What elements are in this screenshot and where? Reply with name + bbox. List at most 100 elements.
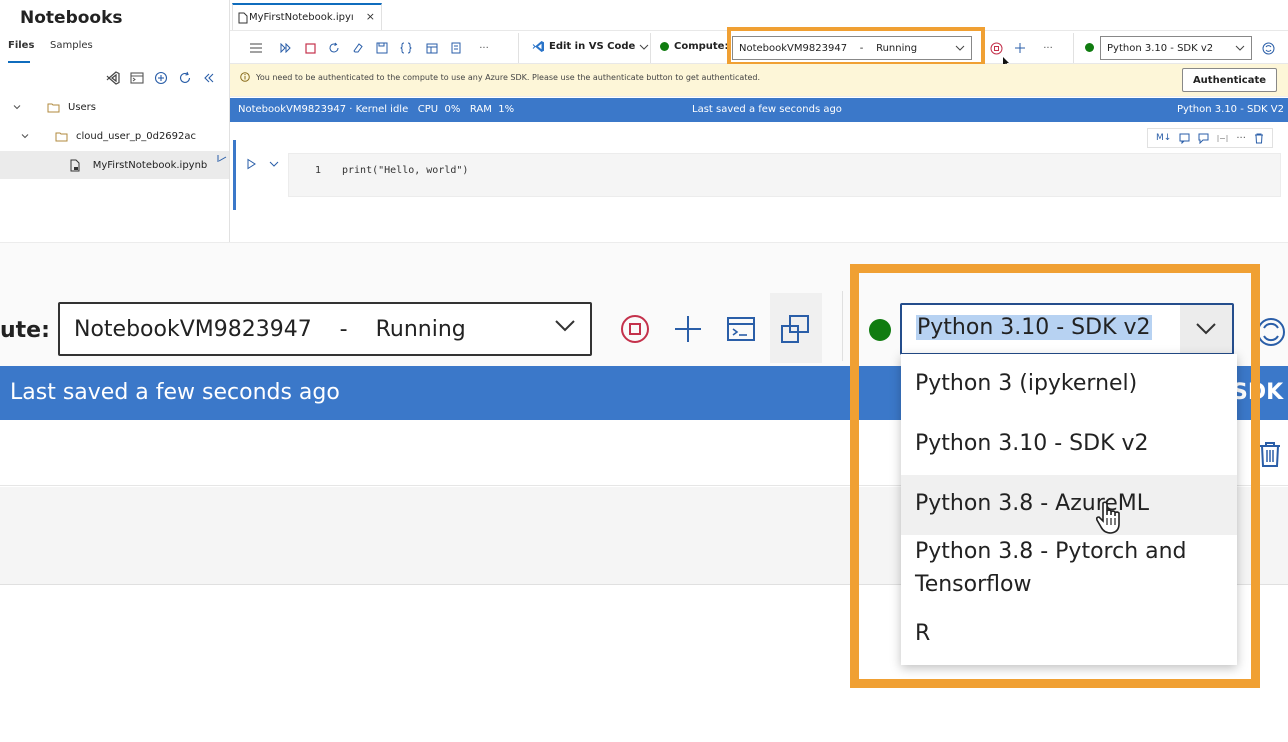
refresh-kernel-icon[interactable]: [1254, 315, 1288, 349]
notebook-cell-area: M↓ ··· 1 print("Hello, world"): [230, 122, 1288, 242]
run-all-icon[interactable]: [278, 40, 294, 56]
kernel-option-r[interactable]: R: [901, 617, 1237, 650]
toolbar-divider: [518, 33, 519, 63]
delete-cell-icon[interactable]: [1254, 133, 1264, 144]
kernel-status-bar: NotebookVM9823947 · Kernel idle CPU 0% R…: [230, 98, 1288, 122]
kernel-option-python3-ipykernel[interactable]: Python 3 (ipykernel): [901, 367, 1237, 400]
variables-icon[interactable]: [398, 40, 414, 56]
compute-dropdown[interactable]: NotebookVM9823947 - Running: [58, 302, 592, 356]
sidebar-toolbar: [105, 70, 217, 86]
kernel-dropdown[interactable]: Python 3.10 - SDK v2: [1100, 36, 1252, 60]
add-file-icon[interactable]: [153, 70, 169, 86]
menu-icon[interactable]: [248, 40, 264, 56]
notebooks-sidebar: Notebooks Files Samples Users cloud_user…: [0, 0, 230, 242]
kernel-option-label: Python 3.8 - Pytorch and: [915, 539, 1187, 564]
more-cell-options-icon[interactable]: ···: [1236, 133, 1246, 144]
split-cell-icon[interactable]: [1217, 133, 1228, 144]
chevron-down-icon: [18, 129, 32, 143]
chevron-down-icon: [1180, 305, 1232, 353]
kernel-name-text: Python 3.10 - SDK V2: [1176, 104, 1284, 115]
zoomed-toolbar: ute: NotebookVM9823947 - Running Python …: [0, 242, 1288, 366]
tree-item-users[interactable]: Users: [0, 93, 229, 121]
auth-warning-banner: You need to be authenticated to the comp…: [230, 64, 1288, 97]
kernel-option-python310-sdkv2[interactable]: Python 3.10 - SDK v2: [901, 427, 1237, 460]
add-compute-icon[interactable]: [1012, 40, 1028, 56]
toolbar-divider: [1073, 33, 1074, 63]
hand-pointer-icon: [1094, 500, 1124, 536]
chevron-down-icon: [639, 43, 649, 51]
vscode-icon: [532, 40, 545, 53]
add-compute-icon[interactable]: [671, 312, 705, 346]
chevron-down-icon: [554, 319, 576, 333]
delete-cell-icon[interactable]: [1256, 440, 1284, 468]
compute-value: NotebookVM9823947 - Running: [739, 42, 918, 54]
tree-item-label: cloud_user_p_0d2692ac: [76, 130, 197, 142]
compute-label: ute:: [0, 318, 50, 343]
code-cell-editor[interactable]: 1 print("Hello, world"): [288, 153, 1281, 197]
kernel-option-label-line2: Tensorflow: [915, 572, 1032, 597]
stop-compute-icon[interactable]: [618, 312, 652, 346]
active-cell-indicator: [233, 140, 236, 210]
line-number: 1: [315, 165, 322, 176]
chevron-down-icon: [955, 45, 965, 52]
authenticate-button[interactable]: Authenticate: [1182, 68, 1277, 92]
table-icon[interactable]: [424, 40, 440, 56]
stop-compute-icon[interactable]: [988, 40, 1004, 56]
notebook-toolbar: ··· Edit in VS Code Compute: NotebookVM9…: [230, 30, 1288, 64]
stop-icon[interactable]: [302, 40, 318, 56]
toolbar-divider: [650, 33, 651, 63]
kernel-option-python38-pytorch[interactable]: Python 3.8 - Pytorch and Tensorflow: [901, 535, 1237, 601]
chevron-down-icon: [1235, 45, 1245, 52]
folder-icon: [54, 129, 68, 143]
refresh-icon[interactable]: [177, 70, 193, 86]
kernel-status-icon: [1085, 43, 1094, 52]
kernel-dropdown[interactable]: Python 3.10 - SDK v2: [900, 303, 1234, 355]
close-icon[interactable]: ×: [366, 10, 375, 23]
clear-outputs-icon[interactable]: [350, 40, 366, 56]
kernel-option-python38-azureml[interactable]: Python 3.8 - AzureML: [901, 475, 1237, 535]
kernel-status-icon: [869, 319, 891, 341]
vscode-label: Edit in VS Code: [549, 41, 636, 52]
save-status-text: Last saved a few seconds ago: [10, 380, 340, 405]
more-compute-options-icon[interactable]: ···: [1040, 40, 1056, 56]
active-tab-indicator: [8, 61, 30, 63]
chevron-down-icon[interactable]: [268, 158, 280, 170]
folder-icon: [46, 100, 60, 114]
save-icon[interactable]: [374, 40, 390, 56]
compute-dropdown[interactable]: NotebookVM9823947 - Running: [732, 36, 972, 60]
zoomed-view: ute: NotebookVM9823947 - Running Python …: [0, 242, 1288, 742]
running-status-icon: [660, 42, 669, 51]
chevron-down-icon: [10, 100, 24, 114]
cell-toolbar: M↓ ···: [1147, 128, 1273, 148]
outline-icon[interactable]: [448, 40, 464, 56]
comment-icon[interactable]: [1179, 133, 1190, 144]
tab-myfirstnotebook[interactable]: MyFirstNotebook.ipyı ×: [232, 3, 382, 30]
editor-tab-strip: MyFirstNotebook.ipyı ×: [230, 0, 1288, 30]
edit-in-vscode-button[interactable]: Edit in VS Code: [532, 40, 649, 53]
kernel-status-text: NotebookVM9823947 · Kernel idle CPU 0% R…: [238, 104, 515, 115]
notebook-file-icon: [68, 158, 82, 172]
info-icon: [240, 72, 250, 82]
collapse-sidebar-icon[interactable]: [201, 70, 217, 86]
terminal-icon[interactable]: [724, 312, 758, 346]
kernel-value: Python 3.10 - SDK v2: [1107, 42, 1214, 54]
chat-icon[interactable]: [1198, 133, 1209, 144]
tree-item-user-folder[interactable]: cloud_user_p_0d2692ac: [0, 122, 229, 150]
tab-files[interactable]: Files: [8, 40, 34, 51]
toolbar-divider: [842, 291, 843, 361]
compute-value: NotebookVM9823947 - Running: [74, 316, 466, 342]
open-in-new-window-icon[interactable]: [778, 312, 812, 346]
auth-message: You need to be authenticated to the comp…: [240, 72, 760, 82]
refresh-kernel-icon[interactable]: [1260, 40, 1276, 56]
markdown-toggle-icon[interactable]: M↓: [1156, 133, 1171, 143]
run-cell-icon[interactable]: [245, 158, 257, 170]
tab-label: MyFirstNotebook.ipyı: [249, 12, 354, 23]
kernel-value: Python 3.10 - SDK v2: [916, 315, 1152, 340]
terminal-icon[interactable]: [129, 70, 145, 86]
sidebar-title: Notebooks: [20, 8, 123, 28]
tree-item-notebook[interactable]: MyFirstNotebook.ipynb: [0, 151, 229, 179]
restart-kernel-icon[interactable]: [326, 40, 342, 56]
vscode-icon[interactable]: [105, 70, 121, 86]
more-options-icon[interactable]: ···: [476, 40, 492, 56]
tab-samples[interactable]: Samples: [50, 40, 93, 51]
